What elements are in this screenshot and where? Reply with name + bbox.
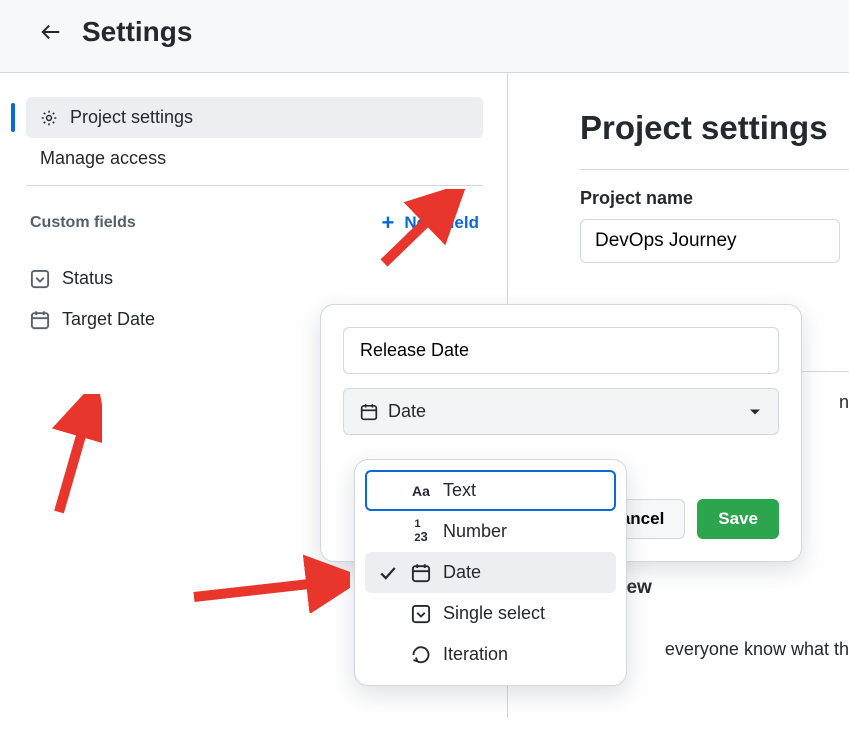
field-name-input[interactable] bbox=[343, 327, 779, 374]
single-select-icon bbox=[411, 604, 431, 624]
date-icon bbox=[30, 310, 50, 330]
gear-icon bbox=[40, 109, 58, 127]
date-icon bbox=[360, 403, 378, 421]
dropdown-item-label: Date bbox=[443, 562, 481, 583]
sidebar-item-label: Project settings bbox=[70, 107, 193, 128]
dropdown-item-label: Text bbox=[443, 480, 476, 501]
dropdown-item-label: Number bbox=[443, 521, 507, 542]
check-icon bbox=[379, 564, 397, 582]
back-arrow-icon[interactable] bbox=[40, 21, 62, 43]
field-type-dropdown: Aa Text 123 Number Date bbox=[354, 459, 627, 686]
sidebar-item-manage-access[interactable]: Manage access bbox=[26, 138, 483, 179]
project-name-input[interactable] bbox=[580, 219, 840, 263]
nav-list: Project settings Manage access bbox=[26, 97, 483, 186]
field-type-select[interactable]: Date bbox=[343, 388, 779, 435]
dropdown-item-single-select[interactable]: Single select bbox=[365, 593, 616, 634]
number-icon: 123 bbox=[411, 522, 431, 542]
dropdown-item-number[interactable]: 123 Number bbox=[365, 511, 616, 552]
page-title: Settings bbox=[82, 16, 192, 48]
settings-header: Settings bbox=[0, 0, 849, 73]
iteration-icon bbox=[411, 645, 431, 665]
dropdown-item-label: Iteration bbox=[443, 644, 508, 665]
new-field-label: New field bbox=[404, 213, 479, 233]
custom-fields-label: Custom fields bbox=[30, 214, 136, 232]
dropdown-item-label: Single select bbox=[443, 603, 545, 624]
field-item-label: Status bbox=[62, 268, 113, 289]
field-item-status[interactable]: Status bbox=[26, 258, 483, 299]
main-title: Project settings bbox=[580, 109, 849, 147]
selected-type-label: Date bbox=[388, 401, 426, 422]
text-icon: Aa bbox=[411, 481, 431, 501]
dropdown-item-date[interactable]: Date bbox=[365, 552, 616, 593]
sidebar-item-project-settings[interactable]: Project settings bbox=[26, 97, 483, 138]
dropdown-item-text[interactable]: Aa Text bbox=[365, 470, 616, 511]
text-fragment: n bbox=[839, 392, 849, 412]
sidebar-item-label: Manage access bbox=[40, 148, 166, 169]
plus-icon: + bbox=[382, 212, 395, 234]
project-name-label: Project name bbox=[580, 188, 849, 209]
date-icon bbox=[411, 563, 431, 583]
new-field-button[interactable]: + New field bbox=[382, 212, 479, 234]
dropdown-item-iteration[interactable]: Iteration bbox=[365, 634, 616, 675]
single-select-icon bbox=[30, 269, 50, 289]
custom-fields-header: Custom fields + New field bbox=[26, 186, 483, 242]
save-button[interactable]: Save bbox=[697, 499, 779, 539]
field-item-label: Target Date bbox=[62, 309, 155, 330]
